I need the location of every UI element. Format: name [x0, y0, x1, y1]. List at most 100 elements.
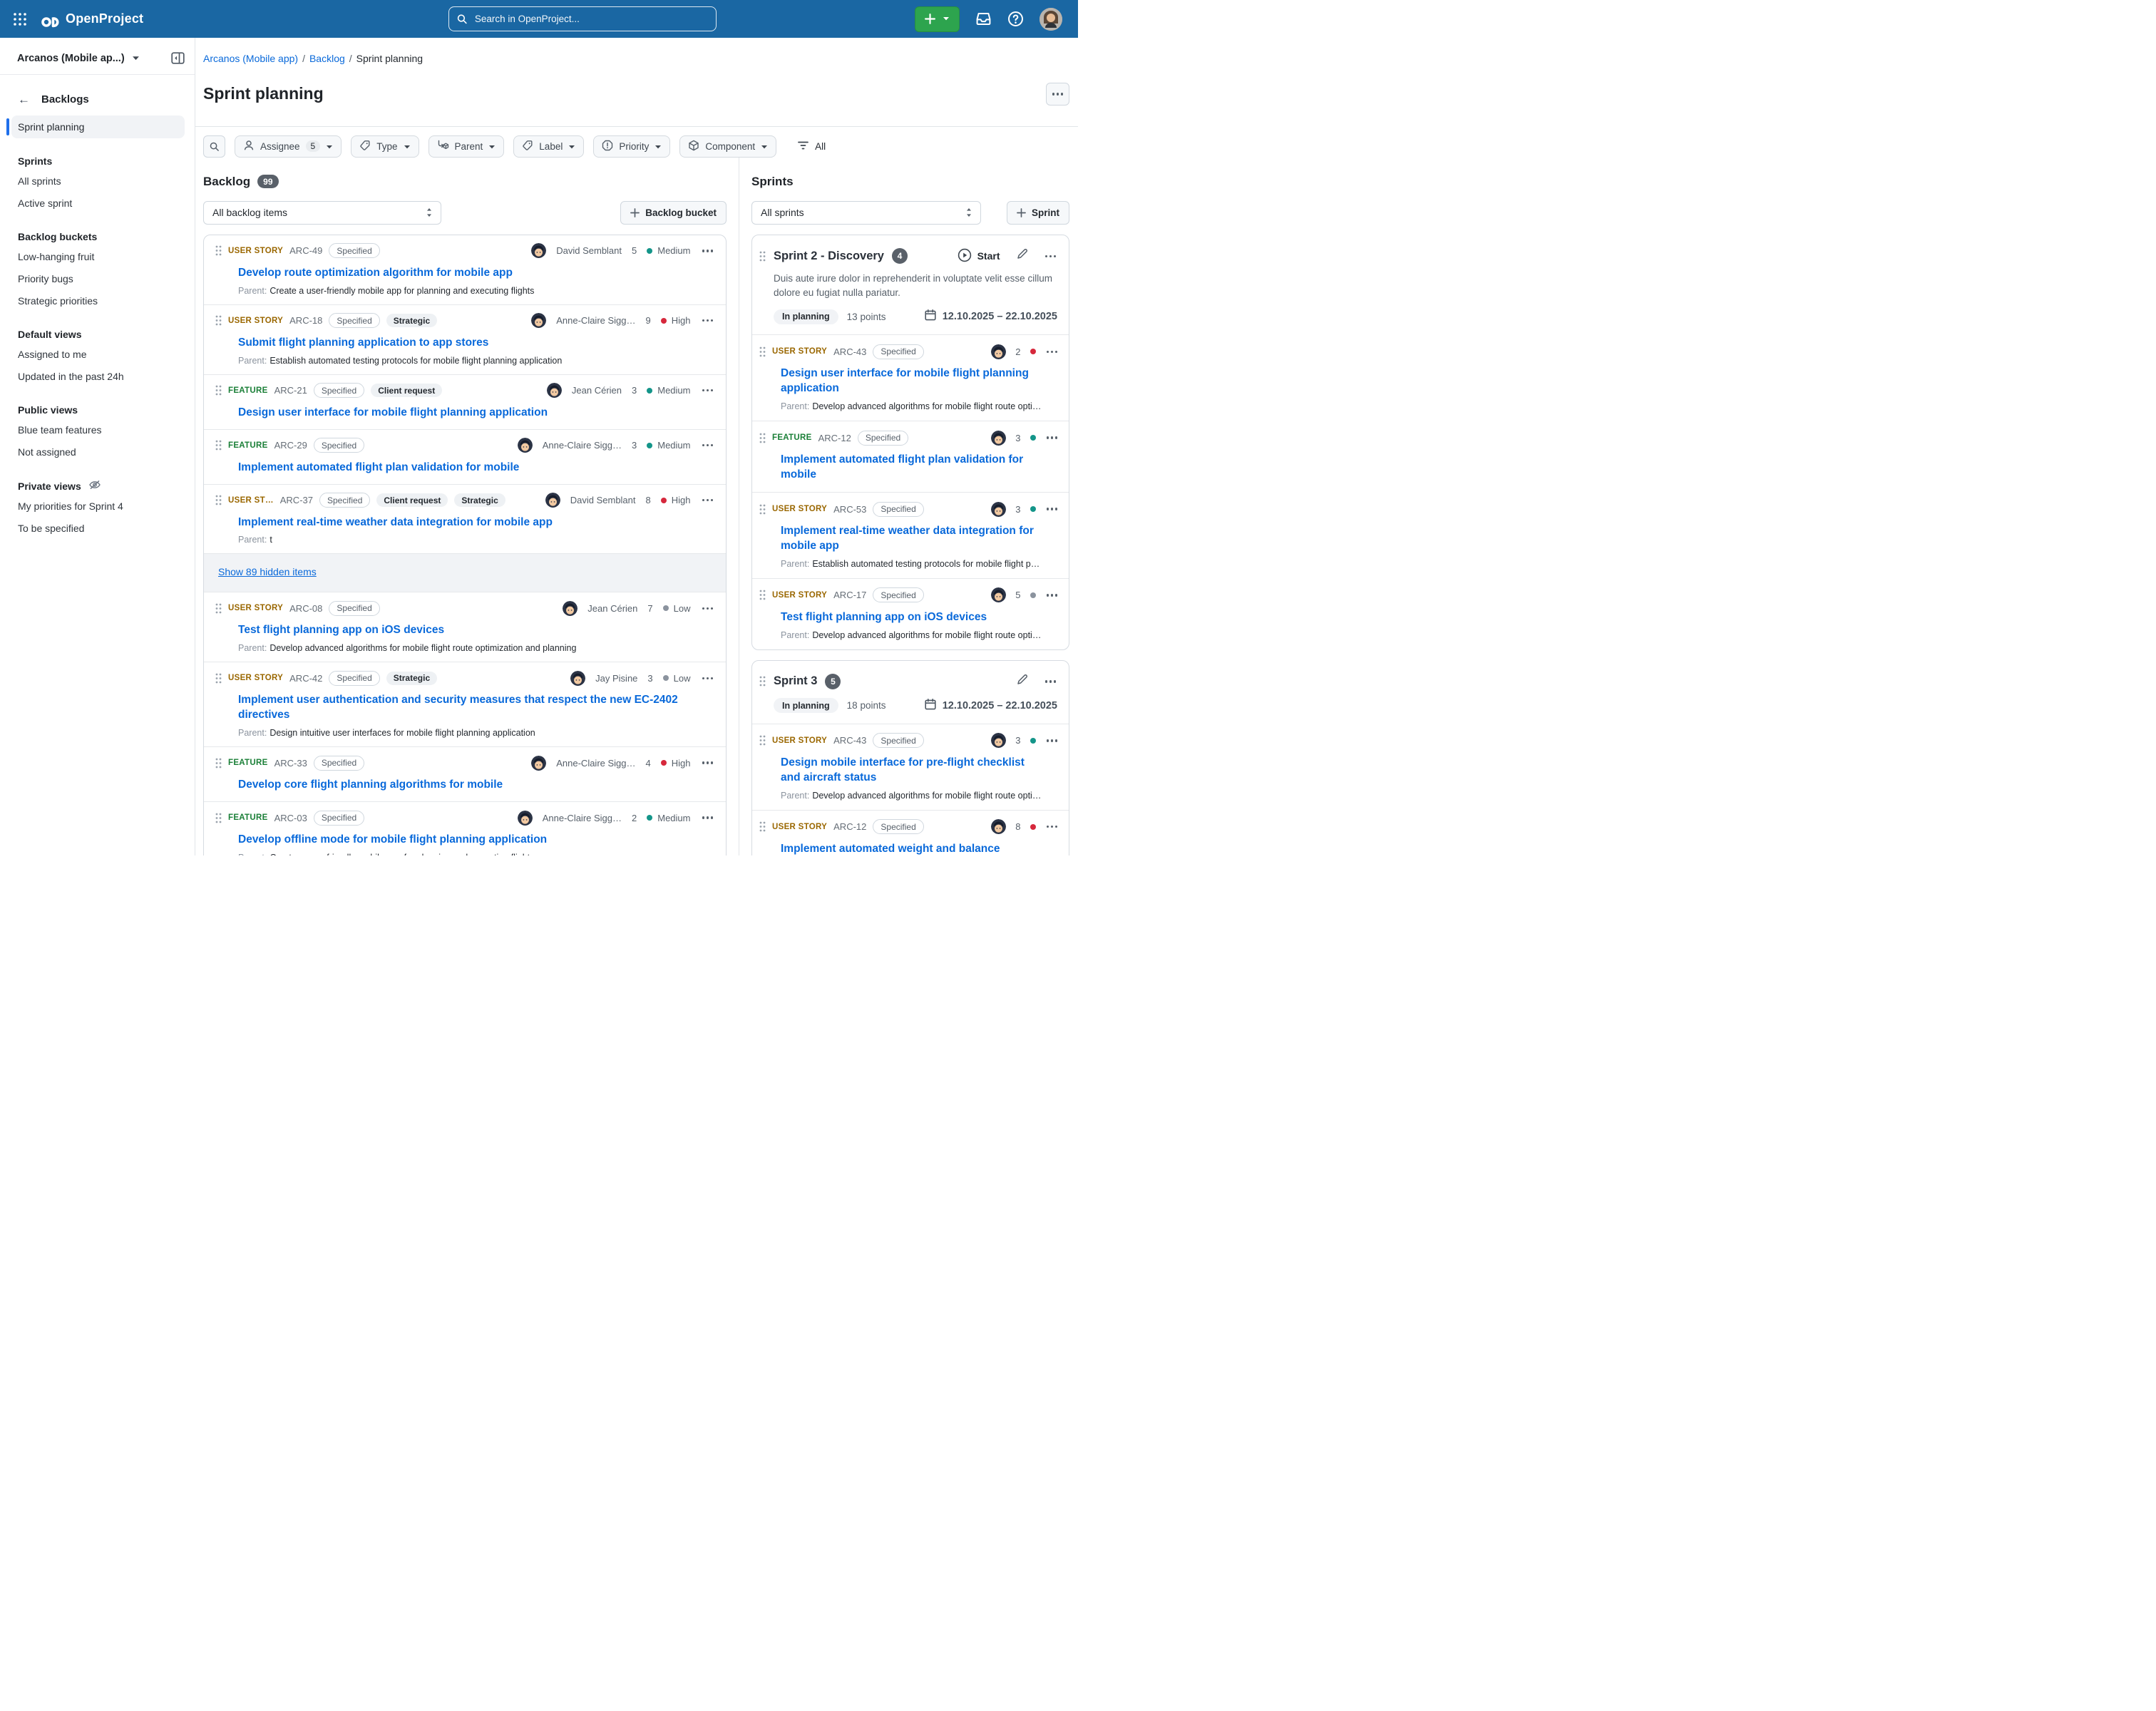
drag-handle-icon[interactable] — [215, 385, 222, 396]
assignee-avatar[interactable] — [518, 438, 533, 453]
sidebar-item-sprint-planning[interactable]: Sprint planning — [11, 115, 185, 138]
item-more-menu-button[interactable] — [701, 443, 715, 448]
work-item-row[interactable]: FEATURE ARC-33 Specified Anne-Claire Sig… — [204, 747, 726, 802]
assignee-avatar[interactable] — [991, 819, 1006, 834]
work-item-row[interactable]: USER ST… ARC-37 Specified Client request… — [204, 485, 726, 555]
drag-handle-icon[interactable] — [759, 433, 766, 443]
breadcrumb-link[interactable]: Backlog — [309, 53, 345, 64]
drag-handle-icon[interactable] — [759, 251, 766, 262]
work-item-row[interactable]: FEATURE ARC-21 Specified Client request … — [204, 375, 726, 430]
work-item-row[interactable]: USER STORY ARC-43 Specified 3 Design mob… — [752, 724, 1069, 810]
item-more-menu-button[interactable] — [701, 760, 715, 766]
item-more-menu-button[interactable] — [1045, 738, 1059, 744]
sidebar-item-active-sprint[interactable]: Active sprint — [0, 192, 195, 214]
filter-chip-component[interactable]: Component — [679, 135, 776, 158]
work-item-row[interactable]: USER STORY ARC-43 Specified 2 Design use… — [752, 334, 1069, 421]
work-item-title-link[interactable]: Implement automated flight plan validati… — [781, 453, 1046, 483]
global-create-button[interactable] — [915, 6, 960, 32]
work-item-title-link[interactable]: Implement automated flight plan validati… — [238, 461, 709, 476]
drag-handle-icon[interactable] — [215, 495, 222, 505]
work-item-title-link[interactable]: Test flight planning app on iOS devices — [781, 610, 1046, 625]
filter-chip-assignee[interactable]: Assignee 5 — [235, 135, 342, 158]
item-more-menu-button[interactable] — [701, 248, 715, 254]
drag-handle-icon[interactable] — [759, 346, 766, 357]
assignee-avatar[interactable] — [531, 243, 546, 258]
drag-handle-icon[interactable] — [759, 504, 766, 515]
work-item-title-link[interactable]: Implement user authentication and securi… — [238, 693, 709, 723]
openproject-logo[interactable]: OpenProject — [40, 9, 143, 29]
project-selector-caret-icon[interactable] — [132, 56, 140, 61]
item-more-menu-button[interactable] — [701, 815, 715, 821]
breadcrumb-link[interactable]: Arcanos (Mobile app) — [203, 53, 298, 64]
item-more-menu-button[interactable] — [1045, 592, 1059, 598]
work-item-row[interactable]: USER STORY ARC-17 Specified 5 Test fligh… — [752, 578, 1069, 649]
work-item-row[interactable]: USER STORY ARC-18 Specified Strategic An… — [204, 305, 726, 375]
work-item-row[interactable]: FEATURE ARC-29 Specified Anne-Claire Sig… — [204, 430, 726, 485]
work-item-row[interactable]: FEATURE ARC-12 Specified 3 Implement aut… — [752, 421, 1069, 492]
item-more-menu-button[interactable] — [1045, 349, 1059, 355]
drag-handle-icon[interactable] — [215, 758, 222, 769]
drag-handle-icon[interactable] — [759, 735, 766, 746]
work-item-title-link[interactable]: Design user interface for mobile flight … — [781, 366, 1046, 396]
drag-handle-icon[interactable] — [215, 440, 222, 451]
work-item-title-link[interactable]: Test flight planning app on iOS devices — [238, 623, 709, 638]
sidebar-item-updated-in-the-past-24h[interactable]: Updated in the past 24h — [0, 365, 195, 387]
assignee-avatar[interactable] — [991, 733, 1006, 748]
project-selector[interactable]: Arcanos (Mobile ap...) — [17, 53, 125, 64]
item-more-menu-button[interactable] — [1045, 824, 1059, 830]
filter-chip-label[interactable]: Label — [513, 135, 584, 158]
help-button[interactable] — [1007, 11, 1024, 27]
drag-handle-icon[interactable] — [215, 245, 222, 256]
assignee-avatar[interactable] — [570, 671, 585, 686]
work-item-title-link[interactable]: Develop offline mode for mobile flight p… — [238, 833, 709, 848]
item-more-menu-button[interactable] — [701, 388, 715, 394]
add-backlog-bucket-button[interactable]: Backlog bucket — [620, 201, 727, 225]
assignee-avatar[interactable] — [991, 502, 1006, 517]
add-sprint-button[interactable]: Sprint — [1007, 201, 1069, 225]
item-more-menu-button[interactable] — [701, 606, 715, 612]
sidebar-item-low-hanging-fruit[interactable]: Low-hanging fruit — [0, 245, 195, 267]
work-item-row[interactable]: FEATURE ARC-03 Specified Anne-Claire Sig… — [204, 802, 726, 856]
sidebar-item-assigned-to-me[interactable]: Assigned to me — [0, 343, 195, 365]
drag-handle-icon[interactable] — [759, 821, 766, 832]
filter-search-button[interactable] — [203, 135, 225, 158]
filter-all-toggle[interactable]: All — [797, 140, 826, 153]
assignee-avatar[interactable] — [563, 601, 578, 616]
assignee-avatar[interactable] — [531, 756, 546, 771]
item-more-menu-button[interactable] — [701, 318, 715, 324]
assignee-avatar[interactable] — [531, 313, 546, 328]
work-item-title-link[interactable]: Submit flight planning application to ap… — [238, 336, 709, 351]
backlog-items-select[interactable]: All backlog items — [203, 201, 441, 225]
sprints-select[interactable]: All sprints — [751, 201, 981, 225]
drag-handle-icon[interactable] — [215, 813, 222, 823]
work-item-row[interactable]: USER STORY ARC-12 Specified 8 Implement … — [752, 810, 1069, 856]
user-avatar[interactable] — [1040, 8, 1062, 31]
work-item-title-link[interactable]: Develop core flight planning algorithms … — [238, 778, 709, 793]
collapse-sidebar-button[interactable] — [171, 52, 185, 64]
work-item-title-link[interactable]: Implement real-time weather data integra… — [781, 524, 1046, 554]
work-item-title-link[interactable]: Design mobile interface for pre-flight c… — [781, 756, 1046, 786]
notifications-inbox-button[interactable] — [975, 11, 992, 27]
work-item-title-link[interactable]: Develop route optimization algorithm for… — [238, 266, 709, 281]
sidebar-item-priority-bugs[interactable]: Priority bugs — [0, 267, 195, 289]
item-more-menu-button[interactable] — [701, 498, 715, 503]
sidebar-item-blue-team-features[interactable]: Blue team features — [0, 418, 195, 441]
assignee-avatar[interactable] — [991, 431, 1006, 446]
global-search-input[interactable] — [473, 13, 709, 25]
drag-handle-icon[interactable] — [759, 590, 766, 600]
sprint-more-menu-button[interactable] — [1044, 254, 1058, 260]
back-arrow-icon[interactable]: ← — [18, 93, 30, 106]
work-item-title-link[interactable]: Design user interface for mobile flight … — [238, 406, 709, 421]
drag-handle-icon[interactable] — [215, 315, 222, 326]
work-item-title-link[interactable]: Implement automated weight and balance c… — [781, 842, 1046, 856]
sidebar-item-all-sprints[interactable]: All sprints — [0, 170, 195, 192]
global-search[interactable] — [448, 6, 717, 31]
filter-chip-type[interactable]: Type — [351, 135, 419, 158]
sprint-more-menu-button[interactable] — [1044, 679, 1058, 684]
work-item-row[interactable]: USER STORY ARC-53 Specified 3 Implement … — [752, 492, 1069, 578]
sidebar-item-strategic-priorities[interactable]: Strategic priorities — [0, 289, 195, 312]
assignee-avatar[interactable] — [991, 344, 1006, 359]
work-item-row[interactable]: USER STORY ARC-49 Specified David Sembla… — [204, 235, 726, 305]
item-more-menu-button[interactable] — [1045, 506, 1059, 512]
work-item-row[interactable]: USER STORY ARC-42 Specified Strategic Ja… — [204, 662, 726, 747]
